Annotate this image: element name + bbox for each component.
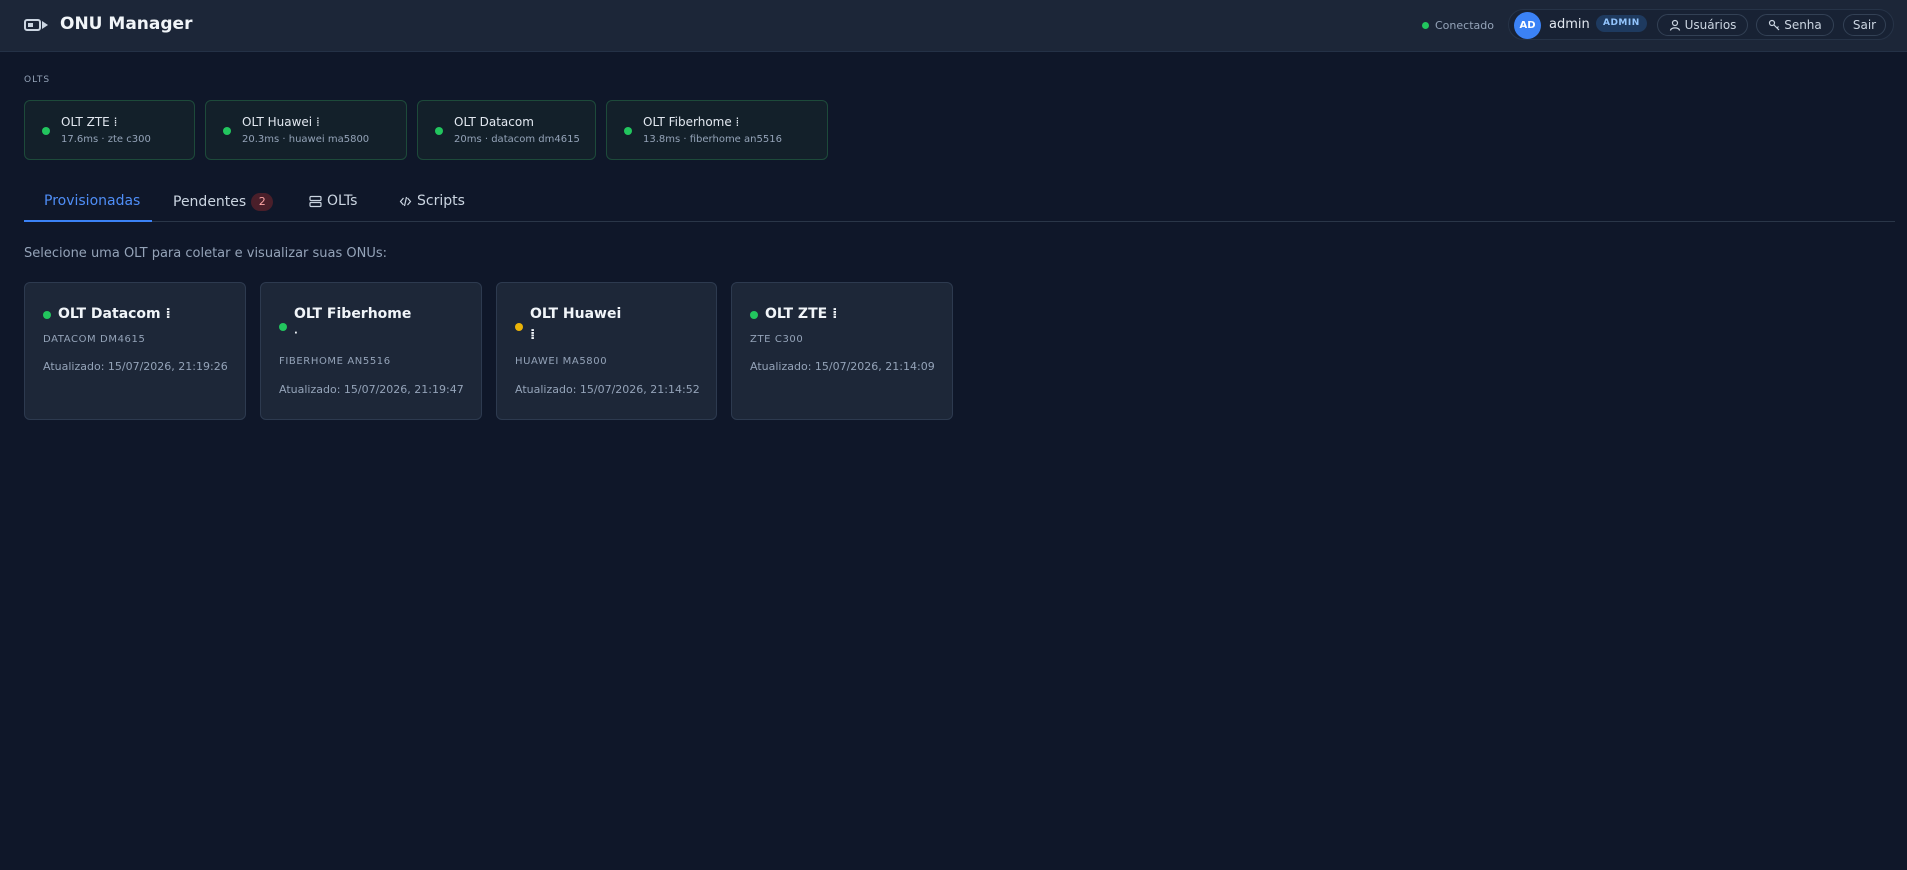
tab-label: OLTs <box>327 193 358 209</box>
card-updated: Atualizado: 15/07/2026, 21:19:26 <box>43 360 228 373</box>
tabs-divider <box>24 221 1895 222</box>
connection-dot-icon <box>1422 21 1429 29</box>
olt-chip-meta: 13.8ms · fiberhome an5516 <box>643 134 782 145</box>
status-dot-icon <box>624 127 632 135</box>
olt-chip-huawei[interactable]: OLT Huawei ⁞ 20.3ms · huawei ma5800 <box>205 100 407 160</box>
olt-chip-name: OLT Huawei ⁞ <box>242 115 320 129</box>
code-icon <box>399 196 412 206</box>
users-button[interactable]: Usuários <box>1657 14 1748 36</box>
top-header: ONU Manager Conectado AD admin ADMIN Usu… <box>0 0 1907 52</box>
username: admin <box>1549 17 1590 32</box>
card-title: OLT Fiberhome <box>294 306 412 322</box>
key-icon <box>1769 19 1780 31</box>
tab-olts[interactable]: OLTs <box>309 193 357 209</box>
card-title: OLT Datacom ⁞ <box>58 306 171 322</box>
users-button-label: Usuários <box>1684 18 1737 32</box>
card-updated: Atualizado: 15/07/2026, 21:14:52 <box>515 383 700 396</box>
password-button[interactable]: Senha <box>1756 14 1834 36</box>
password-button-label: Senha <box>1784 18 1822 32</box>
connection-label: Conectado <box>1435 18 1494 32</box>
user-icon <box>1669 19 1680 31</box>
status-dot-icon <box>515 323 523 331</box>
olt-chip-meta: 17.6ms · zte c300 <box>61 134 151 145</box>
app-title: ONU Manager <box>60 14 193 34</box>
olt-card-huawei[interactable]: OLT Huawei ⁞ HUAWEI MA5800 Atualizado: 1… <box>496 282 717 420</box>
olt-chip-meta: 20.3ms · huawei ma5800 <box>242 134 370 145</box>
card-updated: Atualizado: 15/07/2026, 21:19:47 <box>279 383 464 396</box>
instruction-text: Selecione uma OLT para coletar e visuali… <box>24 246 388 261</box>
logout-button[interactable]: Sair <box>1843 14 1886 36</box>
card-model: DATACOM DM4615 <box>43 334 146 345</box>
olt-chip-fiberhome[interactable]: OLT Fiberhome ⁞ 13.8ms · fiberhome an551… <box>606 100 828 160</box>
card-model: FIBERHOME AN5516 <box>279 356 391 367</box>
tab-scripts[interactable]: Scripts <box>399 193 465 209</box>
server-link-icon <box>24 19 48 31</box>
pending-count-badge: 2 <box>251 193 274 211</box>
tab-label: Provisionadas <box>44 193 141 209</box>
olt-card-fiberhome[interactable]: OLT Fiberhome · FIBERHOME AN5516 Atualiz… <box>260 282 482 420</box>
status-dot-icon <box>435 127 443 135</box>
connection-status: Conectado <box>1422 18 1494 32</box>
card-title-line2: · <box>294 328 298 339</box>
olt-chip-meta: 20ms · datacom dm4615 <box>454 134 580 145</box>
tab-pendentes[interactable]: Pendentes 2 <box>173 193 274 211</box>
olt-chip-name: OLT Datacom <box>454 115 534 129</box>
olt-chip-zte[interactable]: OLT ZTE ⁞ 17.6ms · zte c300 <box>24 100 195 160</box>
active-tab-indicator <box>24 220 152 222</box>
role-badge: ADMIN <box>1596 15 1647 32</box>
logout-button-label: Sair <box>1852 18 1877 32</box>
status-dot-icon <box>279 323 287 331</box>
olts-section-label: OLTS <box>24 75 51 85</box>
avatar[interactable]: AD <box>1514 12 1541 39</box>
olt-chip-name: OLT Fiberhome ⁞ <box>643 115 740 129</box>
olt-chip-datacom[interactable]: OLT Datacom 20ms · datacom dm4615 <box>417 100 596 160</box>
tab-label: Scripts <box>417 193 465 209</box>
status-dot-icon <box>223 127 231 135</box>
card-model: HUAWEI MA5800 <box>515 356 608 367</box>
card-model: ZTE C300 <box>750 334 804 345</box>
server-icon <box>309 195 322 207</box>
olt-card-zte[interactable]: OLT ZTE ⁞ ZTE C300 Atualizado: 15/07/202… <box>731 282 953 420</box>
status-dot-icon <box>43 311 51 319</box>
olt-card-datacom[interactable]: OLT Datacom ⁞ DATACOM DM4615 Atualizado:… <box>24 282 246 420</box>
card-title-line2: ⁞ <box>530 327 536 343</box>
card-title: OLT Huawei <box>530 306 622 322</box>
status-dot-icon <box>42 127 50 135</box>
card-updated: Atualizado: 15/07/2026, 21:14:09 <box>750 360 935 373</box>
status-dot-icon <box>750 311 758 319</box>
tab-provisionadas[interactable]: Provisionadas <box>44 193 140 209</box>
card-title: OLT ZTE ⁞ <box>765 306 838 322</box>
olt-chip-name: OLT ZTE ⁞ <box>61 115 118 129</box>
tab-label: Pendentes <box>173 194 247 210</box>
